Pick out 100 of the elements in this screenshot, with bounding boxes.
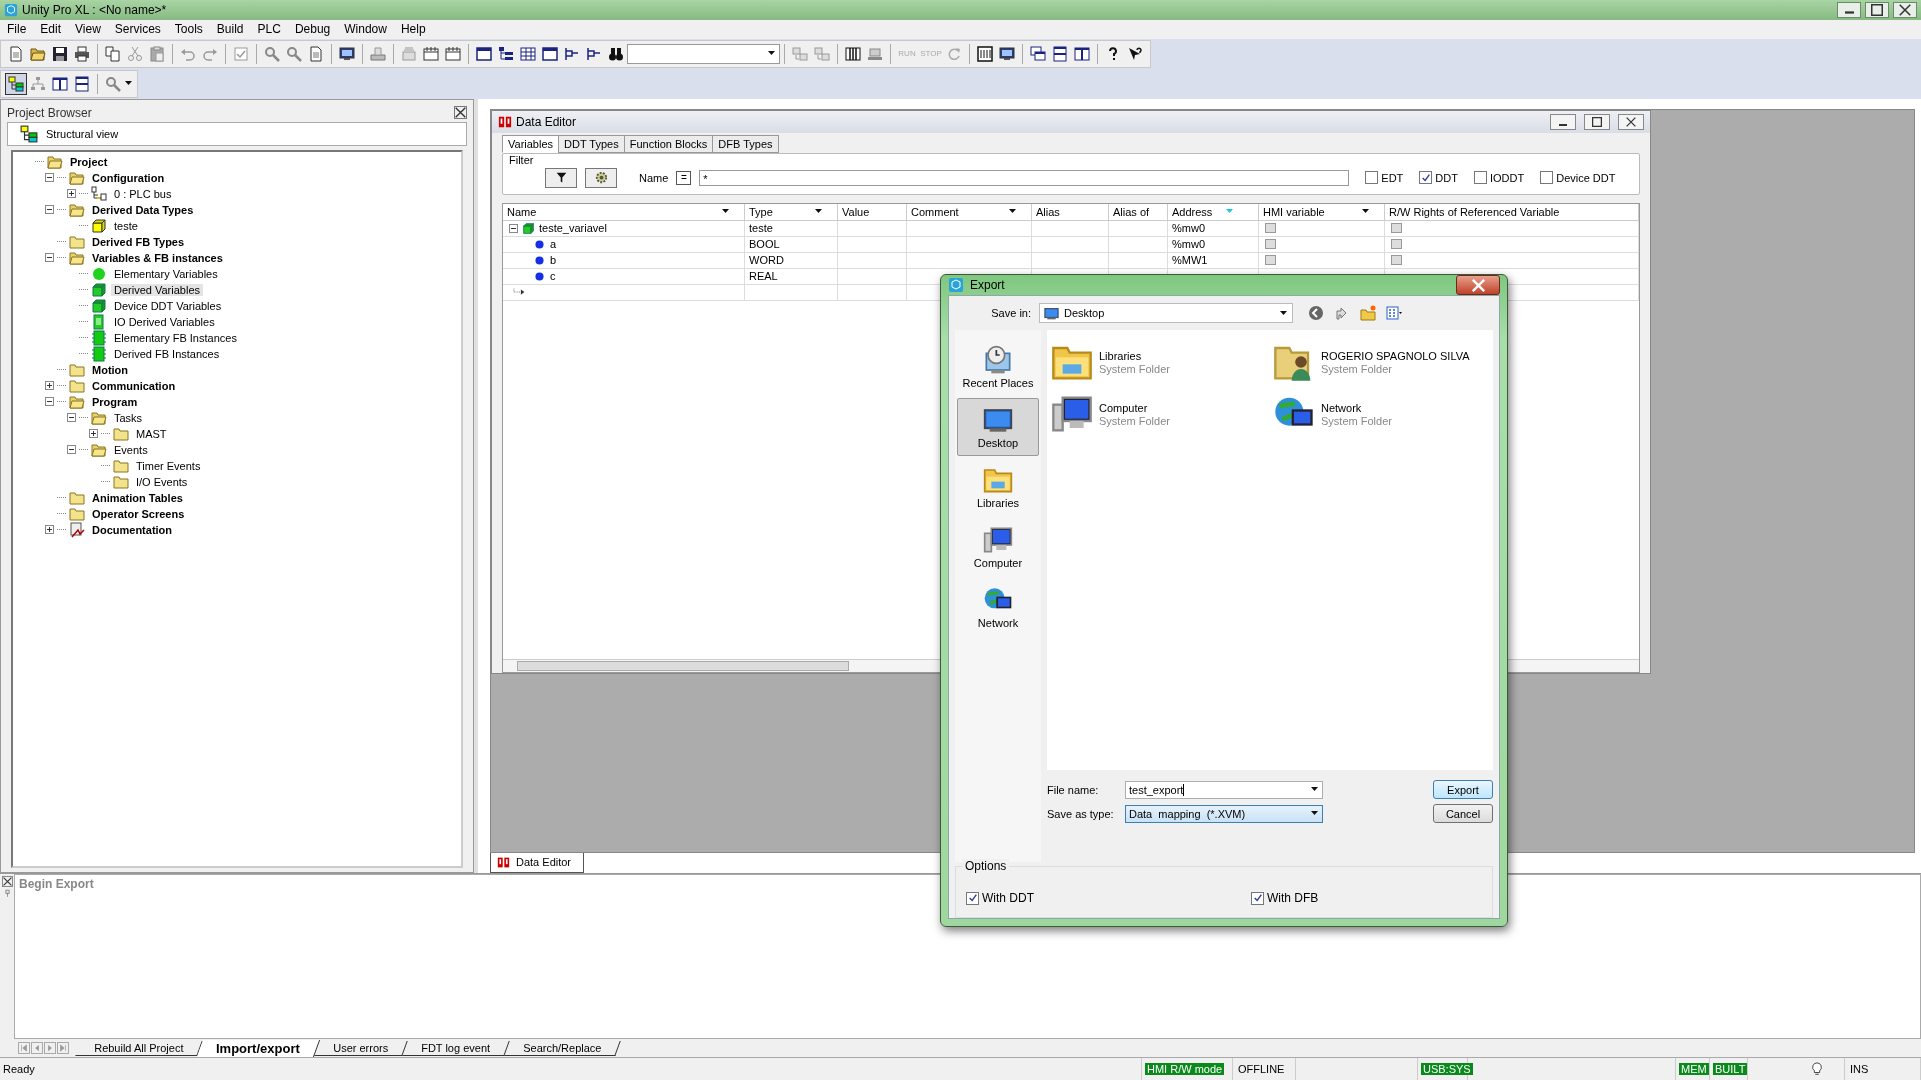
checkbox[interactable] <box>1419 171 1433 185</box>
column-header[interactable]: Comment <box>907 203 1032 221</box>
rights-checkbox[interactable] <box>1391 239 1402 250</box>
maximize-button[interactable] <box>1584 113 1610 130</box>
menu-item[interactable]: File <box>0 22 34 37</box>
tree-item[interactable]: Tasks <box>111 411 146 424</box>
operator-button[interactable]: = <box>676 170 692 185</box>
menu-item[interactable]: Services <box>107 22 168 37</box>
tree-item[interactable]: Motion <box>89 363 132 376</box>
tree-item[interactable]: teste <box>111 219 141 232</box>
column-header[interactable]: Alias <box>1032 203 1109 221</box>
expand-icon[interactable] <box>45 381 54 391</box>
place-item[interactable]: Libraries <box>957 458 1039 516</box>
tree-item[interactable]: Animation Tables <box>89 491 186 504</box>
place-item[interactable]: Desktop <box>957 398 1039 456</box>
column-header[interactable]: Type <box>745 203 838 221</box>
place-item[interactable]: Recent Places <box>957 338 1039 396</box>
expand-icon[interactable] <box>67 189 76 199</box>
tree-item[interactable]: Communication <box>89 379 179 392</box>
column-header[interactable]: Value <box>838 203 907 221</box>
scrollbar-thumb[interactable] <box>517 660 849 671</box>
minimize-button[interactable] <box>1837 1 1861 18</box>
collapse-icon[interactable] <box>509 223 518 233</box>
tab[interactable]: Variables <box>502 134 560 153</box>
tab[interactable]: Function Blocks <box>623 134 714 153</box>
structural-view-button[interactable] <box>5 72 27 95</box>
output-tab[interactable]: Search/Replace <box>504 1040 621 1056</box>
save-in-dropdown[interactable]: Desktop <box>1039 303 1293 323</box>
tree-item[interactable]: Elementary Variables <box>111 267 221 280</box>
item-name[interactable]: Computer <box>1099 401 1170 414</box>
menu-item[interactable]: Edit <box>33 22 69 37</box>
tree-item[interactable]: Project <box>67 155 111 168</box>
checkbox[interactable] <box>1540 171 1554 185</box>
hmi-checkbox[interactable] <box>1265 255 1276 266</box>
item-name[interactable]: Network <box>1321 401 1392 414</box>
tree-item[interactable]: Derived FB Instances <box>111 347 223 360</box>
column-header[interactable]: Alias of <box>1109 203 1168 221</box>
close-button[interactable] <box>454 106 467 120</box>
collapse-icon[interactable] <box>67 413 76 423</box>
tree-item[interactable]: I/O Events <box>133 475 191 488</box>
tree-item[interactable]: Documentation <box>89 523 176 536</box>
minimize-button[interactable] <box>1550 113 1576 130</box>
tree-item[interactable]: Derived Variables <box>111 283 203 296</box>
tab[interactable]: DDT Types <box>558 134 625 153</box>
tree-item[interactable]: Derived Data Types <box>89 203 197 216</box>
checkbox[interactable] <box>1251 891 1264 905</box>
tree-item[interactable]: Operator Screens <box>89 507 188 520</box>
checkbox[interactable] <box>1365 171 1379 185</box>
tree-item[interactable]: Derived FB Types <box>89 235 188 248</box>
hmi-checkbox[interactable] <box>1265 239 1276 250</box>
hmi-checkbox[interactable] <box>1265 223 1276 234</box>
rights-checkbox[interactable] <box>1391 223 1402 234</box>
menu-item[interactable]: View <box>68 22 108 37</box>
tree-item[interactable]: MAST <box>133 427 170 440</box>
close-button[interactable] <box>1 875 13 887</box>
output-tab[interactable]: Import/export <box>197 1039 321 1057</box>
column-header[interactable]: HMI variable <box>1259 203 1385 221</box>
tree-item[interactable]: Events <box>111 443 151 456</box>
tree-item[interactable]: Device DDT Variables <box>111 299 225 312</box>
tree-item[interactable]: Configuration <box>89 171 168 184</box>
tree-item[interactable]: Program <box>89 395 141 408</box>
menu-item[interactable]: Help <box>393 22 433 37</box>
tree-item[interactable]: IO Derived Variables <box>111 315 218 328</box>
document-tab[interactable]: Data Editor <box>490 852 585 873</box>
file-type-dropdown[interactable]: Data mapping (*.XVM) <box>1125 804 1323 823</box>
column-header[interactable]: Address <box>1168 203 1259 221</box>
collapse-icon[interactable] <box>45 205 54 215</box>
place-item[interactable]: Computer <box>957 518 1039 576</box>
tree-item[interactable]: Variables & FB instances <box>89 251 226 264</box>
output-tab[interactable]: FDT log event <box>402 1040 510 1056</box>
place-item[interactable]: Network <box>957 578 1039 636</box>
collapse-icon[interactable] <box>45 397 54 407</box>
item-name[interactable]: ROGERIO SPAGNOLO SILVA <box>1321 349 1470 362</box>
export-button[interactable]: Export <box>1433 780 1493 799</box>
menu-item[interactable]: Tools <box>167 22 210 37</box>
menu-item[interactable]: Window <box>337 22 394 37</box>
menu-item[interactable]: PLC <box>250 22 288 37</box>
output-tab[interactable]: User errors <box>314 1040 408 1056</box>
tab[interactable]: DFB Types <box>712 134 779 153</box>
gear-button[interactable] <box>585 167 617 188</box>
menu-item[interactable]: Debug <box>287 22 338 37</box>
filter-button[interactable] <box>545 167 577 188</box>
column-header[interactable]: R/W Rights of Referenced Variable <box>1385 203 1639 221</box>
close-button[interactable] <box>1893 1 1917 18</box>
name-filter-field[interactable]: * <box>699 169 1350 186</box>
menu-item[interactable]: Build <box>209 22 251 37</box>
expand-icon[interactable] <box>89 429 98 439</box>
close-button[interactable] <box>1456 275 1500 295</box>
maximize-button[interactable] <box>1865 1 1889 18</box>
expand-icon[interactable] <box>45 525 54 535</box>
rights-checkbox[interactable] <box>1391 255 1402 266</box>
collapse-icon[interactable] <box>45 173 54 183</box>
checkbox[interactable] <box>1473 171 1487 185</box>
item-name[interactable]: Libraries <box>1099 349 1170 362</box>
tree-item[interactable]: 0 : PLC bus <box>111 187 175 200</box>
cancel-button[interactable]: Cancel <box>1433 804 1493 823</box>
collapse-icon[interactable] <box>67 445 76 455</box>
tree-item[interactable]: Timer Events <box>133 459 204 472</box>
checkbox[interactable] <box>966 891 979 905</box>
column-header[interactable]: Name <box>503 203 745 221</box>
